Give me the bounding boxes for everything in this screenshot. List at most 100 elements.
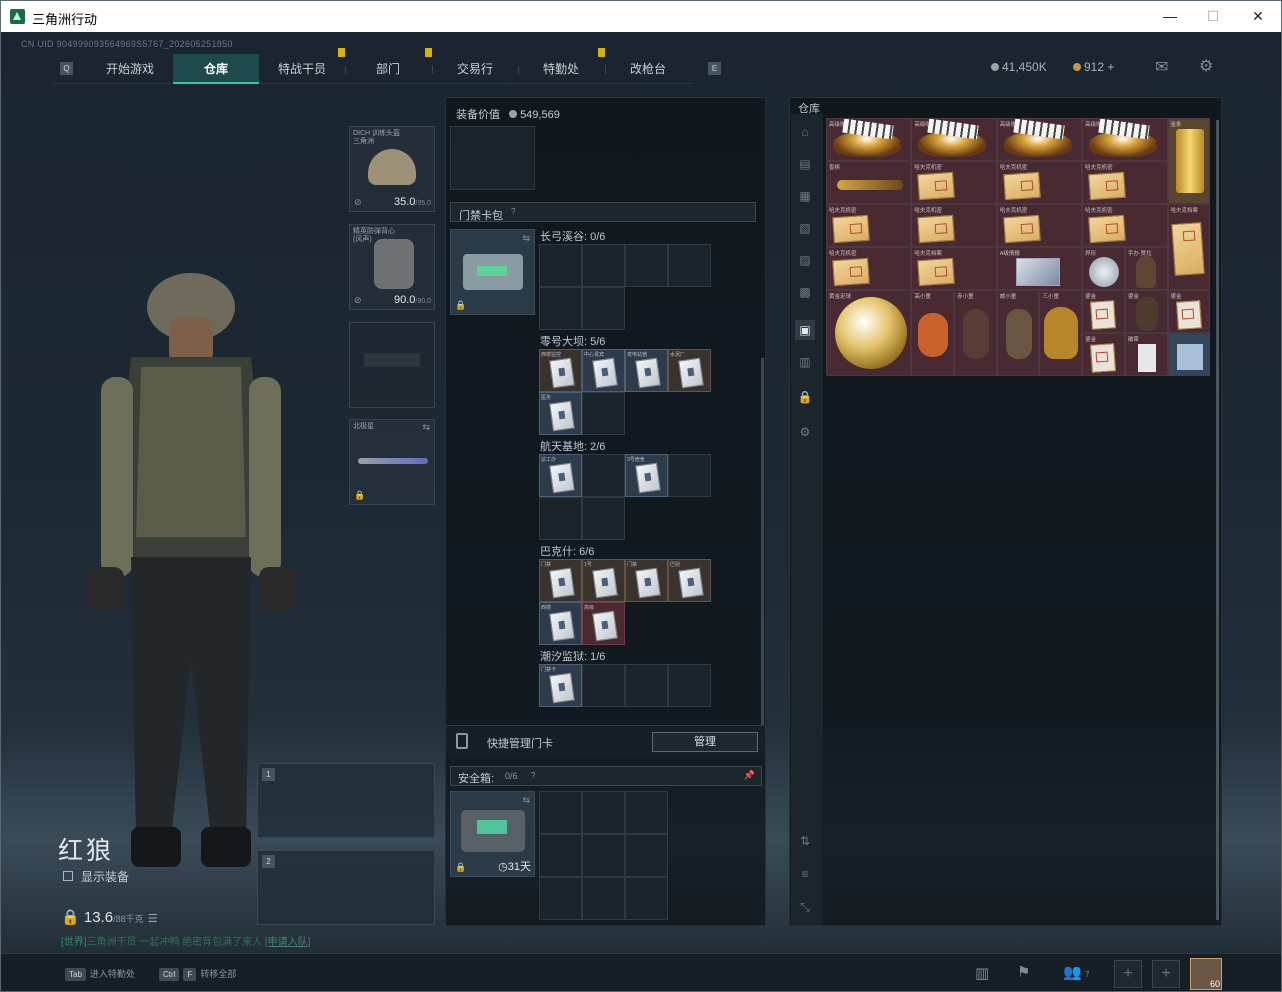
keycard-item[interactable]: 西楼 — [539, 602, 582, 645]
friends-icon[interactable]: 👥 — [1063, 963, 1082, 981]
warehouse-item[interactable]: 鎏金 — [1124, 290, 1168, 333]
nav-prev-key[interactable]: Q — [60, 62, 73, 75]
tab-trading[interactable]: 交易行 — [432, 54, 518, 84]
warehouse-tab-4-icon[interactable]: ▨ — [795, 250, 815, 270]
help-icon[interactable]: ? — [511, 207, 515, 216]
warehouse-lock-icon[interactable]: 🔒 — [795, 387, 815, 407]
warehouse-tab-all-icon[interactable]: ⌂ — [795, 122, 815, 142]
invite-slot-1-button[interactable]: + — [1114, 960, 1142, 988]
keycard-item[interactable]: 巴别 — [668, 559, 711, 602]
warehouse-item[interactable]: 高级咖啡豆 — [911, 118, 997, 161]
warehouse-tab-collectibles-icon[interactable]: ▣ — [795, 320, 815, 340]
keycard-item[interactable]: 西楼监控 — [539, 349, 582, 392]
keycard-item[interactable]: 门禁 — [625, 559, 668, 602]
sort-icon[interactable]: ⇅ — [795, 831, 815, 851]
warehouse-tab-2-icon[interactable]: ▦ — [795, 186, 815, 206]
hotkey-special-ops[interactable]: Tab 进入特勤处 — [65, 967, 135, 981]
warehouse-item[interactable]: 哈夫克机密 — [996, 204, 1083, 247]
warehouse-item[interactable]: 哈夫克机密 — [826, 247, 912, 290]
swap-icon[interactable]: ⇆ — [522, 795, 530, 806]
warehouse-item[interactable]: 哈夫克机密 — [996, 161, 1083, 204]
keycard-item[interactable]: 中心贵宾 — [582, 349, 625, 392]
warehouse-item[interactable]: 高小童 — [911, 290, 955, 376]
swap-icon[interactable]: ⇆ — [422, 422, 430, 433]
keycard-item[interactable]: 医务 — [539, 392, 582, 435]
warehouse-item[interactable]: 哈夫克机密 — [911, 204, 997, 247]
stats-chart-icon[interactable]: ▥ — [975, 964, 989, 982]
tab-gunsmith[interactable]: 改枪台 — [605, 54, 691, 84]
warehouse-item[interactable]: 三小童 — [1039, 290, 1083, 376]
warehouse-item[interactable]: A级情报 — [996, 247, 1083, 290]
warehouse-item[interactable]: 哈夫克机密 — [1082, 161, 1168, 204]
pistol-slot[interactable] — [349, 322, 435, 408]
warehouse-item[interactable]: 徽章 — [1124, 333, 1168, 376]
help-icon[interactable]: ? — [531, 771, 535, 780]
nav-next-key[interactable]: E — [708, 62, 721, 75]
keycard-item[interactable]: 水泥厂 — [668, 349, 711, 392]
warehouse-item[interactable]: 高级咖啡豆 — [1082, 118, 1168, 161]
warehouse-item[interactable]: 哈夫克机密 — [1082, 204, 1168, 247]
warehouse-item[interactable]: 高级咖啡豆 — [826, 118, 912, 161]
warehouse-item[interactable]: 威小童 — [996, 290, 1040, 376]
armor-slot[interactable]: 精英防弹背心 (风声) ⊘ 90.0/90.0 — [349, 224, 435, 310]
list-icon[interactable]: ☰ — [148, 913, 158, 925]
mail-icon[interactable]: ✉ — [1155, 57, 1168, 77]
flag-icon[interactable]: ⚑ — [1017, 963, 1030, 981]
warehouse-item[interactable]: 鎏金 — [1167, 290, 1211, 333]
warehouse-tab-1-icon[interactable]: ▤ — [795, 154, 815, 174]
close-button[interactable]: ✕ — [1243, 4, 1273, 28]
keycard-item[interactable]: 高级 — [582, 602, 625, 645]
scrollbar[interactable] — [1216, 120, 1219, 920]
layers-icon[interactable]: ≡ — [795, 864, 815, 884]
expand-icon[interactable]: ⤡ — [795, 897, 815, 917]
warehouse-item[interactable]: 鎏金 — [1082, 290, 1125, 333]
warehouse-item[interactable]: 香槟 — [826, 161, 912, 204]
warehouse-tab-5-icon[interactable]: ▩ — [795, 282, 815, 302]
scrollbar[interactable] — [761, 358, 764, 728]
keycard-item[interactable]: 变电站宿 — [625, 349, 668, 392]
warehouse-item[interactable]: 黄金足球 — [826, 290, 912, 376]
warehouse-item[interactable]: 高级咖啡豆 — [996, 118, 1083, 161]
keycard-item[interactable]: 3号宿舍 — [625, 454, 668, 497]
hotkey-transfer-all[interactable]: Ctrl F 转移全部 — [159, 967, 236, 981]
warehouse-item[interactable]: 鎏金 — [1082, 333, 1125, 376]
tab-department[interactable]: 部门 — [345, 54, 431, 84]
warehouse-settings-icon[interactable]: ⚙ — [795, 422, 815, 442]
points-balance[interactable]: 912 + — [1073, 60, 1114, 74]
minimize-button[interactable]: — — [1155, 4, 1185, 28]
swap-icon[interactable]: ⇆ — [522, 233, 530, 244]
keycard-case-item[interactable]: ⇆ 🔒 — [450, 229, 535, 315]
settings-gear-icon[interactable]: ⚙ — [1199, 56, 1213, 76]
warehouse-item[interactable]: 哈夫克机密 — [826, 204, 912, 247]
manage-button[interactable]: 管理 — [652, 732, 758, 752]
warehouse-item[interactable]: 手办·赞拉 — [1124, 247, 1168, 290]
primary-weapon-slot-2[interactable]: 2 — [257, 850, 435, 925]
keycard-item[interactable]: 总工办 — [539, 454, 582, 497]
melee-slot[interactable]: 北极星 ⇆ 🔒 — [349, 419, 435, 505]
warehouse-item[interactable]: 异形 — [1082, 247, 1125, 290]
primary-weapon-slot-1[interactable]: 1 — [257, 763, 435, 838]
keycard-item[interactable]: 门禁卡 — [539, 664, 582, 707]
pin-icon[interactable]: 📌 — [744, 770, 755, 781]
warehouse-item[interactable]: 金条 — [1167, 118, 1211, 204]
safebox-item[interactable]: ⇆ 🔒 ◷31天 — [450, 791, 535, 877]
tab-start-game[interactable]: 开始游戏 — [87, 54, 173, 84]
keycard-item[interactable]: 门禁 — [539, 559, 582, 602]
warehouse-tab-6-icon[interactable]: ▥ — [795, 352, 815, 372]
avatar[interactable]: 60 — [1190, 958, 1222, 990]
tab-warehouse[interactable]: 仓库 — [173, 54, 259, 84]
tab-operators[interactable]: 特战干员 — [259, 54, 345, 84]
warehouse-item[interactable]: 哈夫克档案 — [1167, 204, 1211, 290]
warehouse-item[interactable] — [1167, 333, 1211, 376]
warehouse-tab-3-icon[interactable]: ▧ — [795, 218, 815, 238]
warehouse-item[interactable]: 哈夫克机密 — [911, 161, 997, 204]
warehouse-item[interactable]: 哈夫克档案 — [911, 247, 997, 290]
warehouse-item[interactable]: 赤小童 — [954, 290, 997, 376]
backpack-slot[interactable] — [450, 126, 535, 190]
helmet-slot[interactable]: DICH 训练头盔 三角洲 ⊘ 35.0/35.0 — [349, 126, 435, 212]
tab-special-ops[interactable]: 特勤处 — [518, 54, 604, 84]
checkbox[interactable] — [63, 871, 73, 881]
show-gear-toggle[interactable]: 显示装备 — [63, 868, 129, 885]
invite-slot-2-button[interactable]: + — [1152, 960, 1180, 988]
keycard-item[interactable]: 1号 — [582, 559, 625, 602]
